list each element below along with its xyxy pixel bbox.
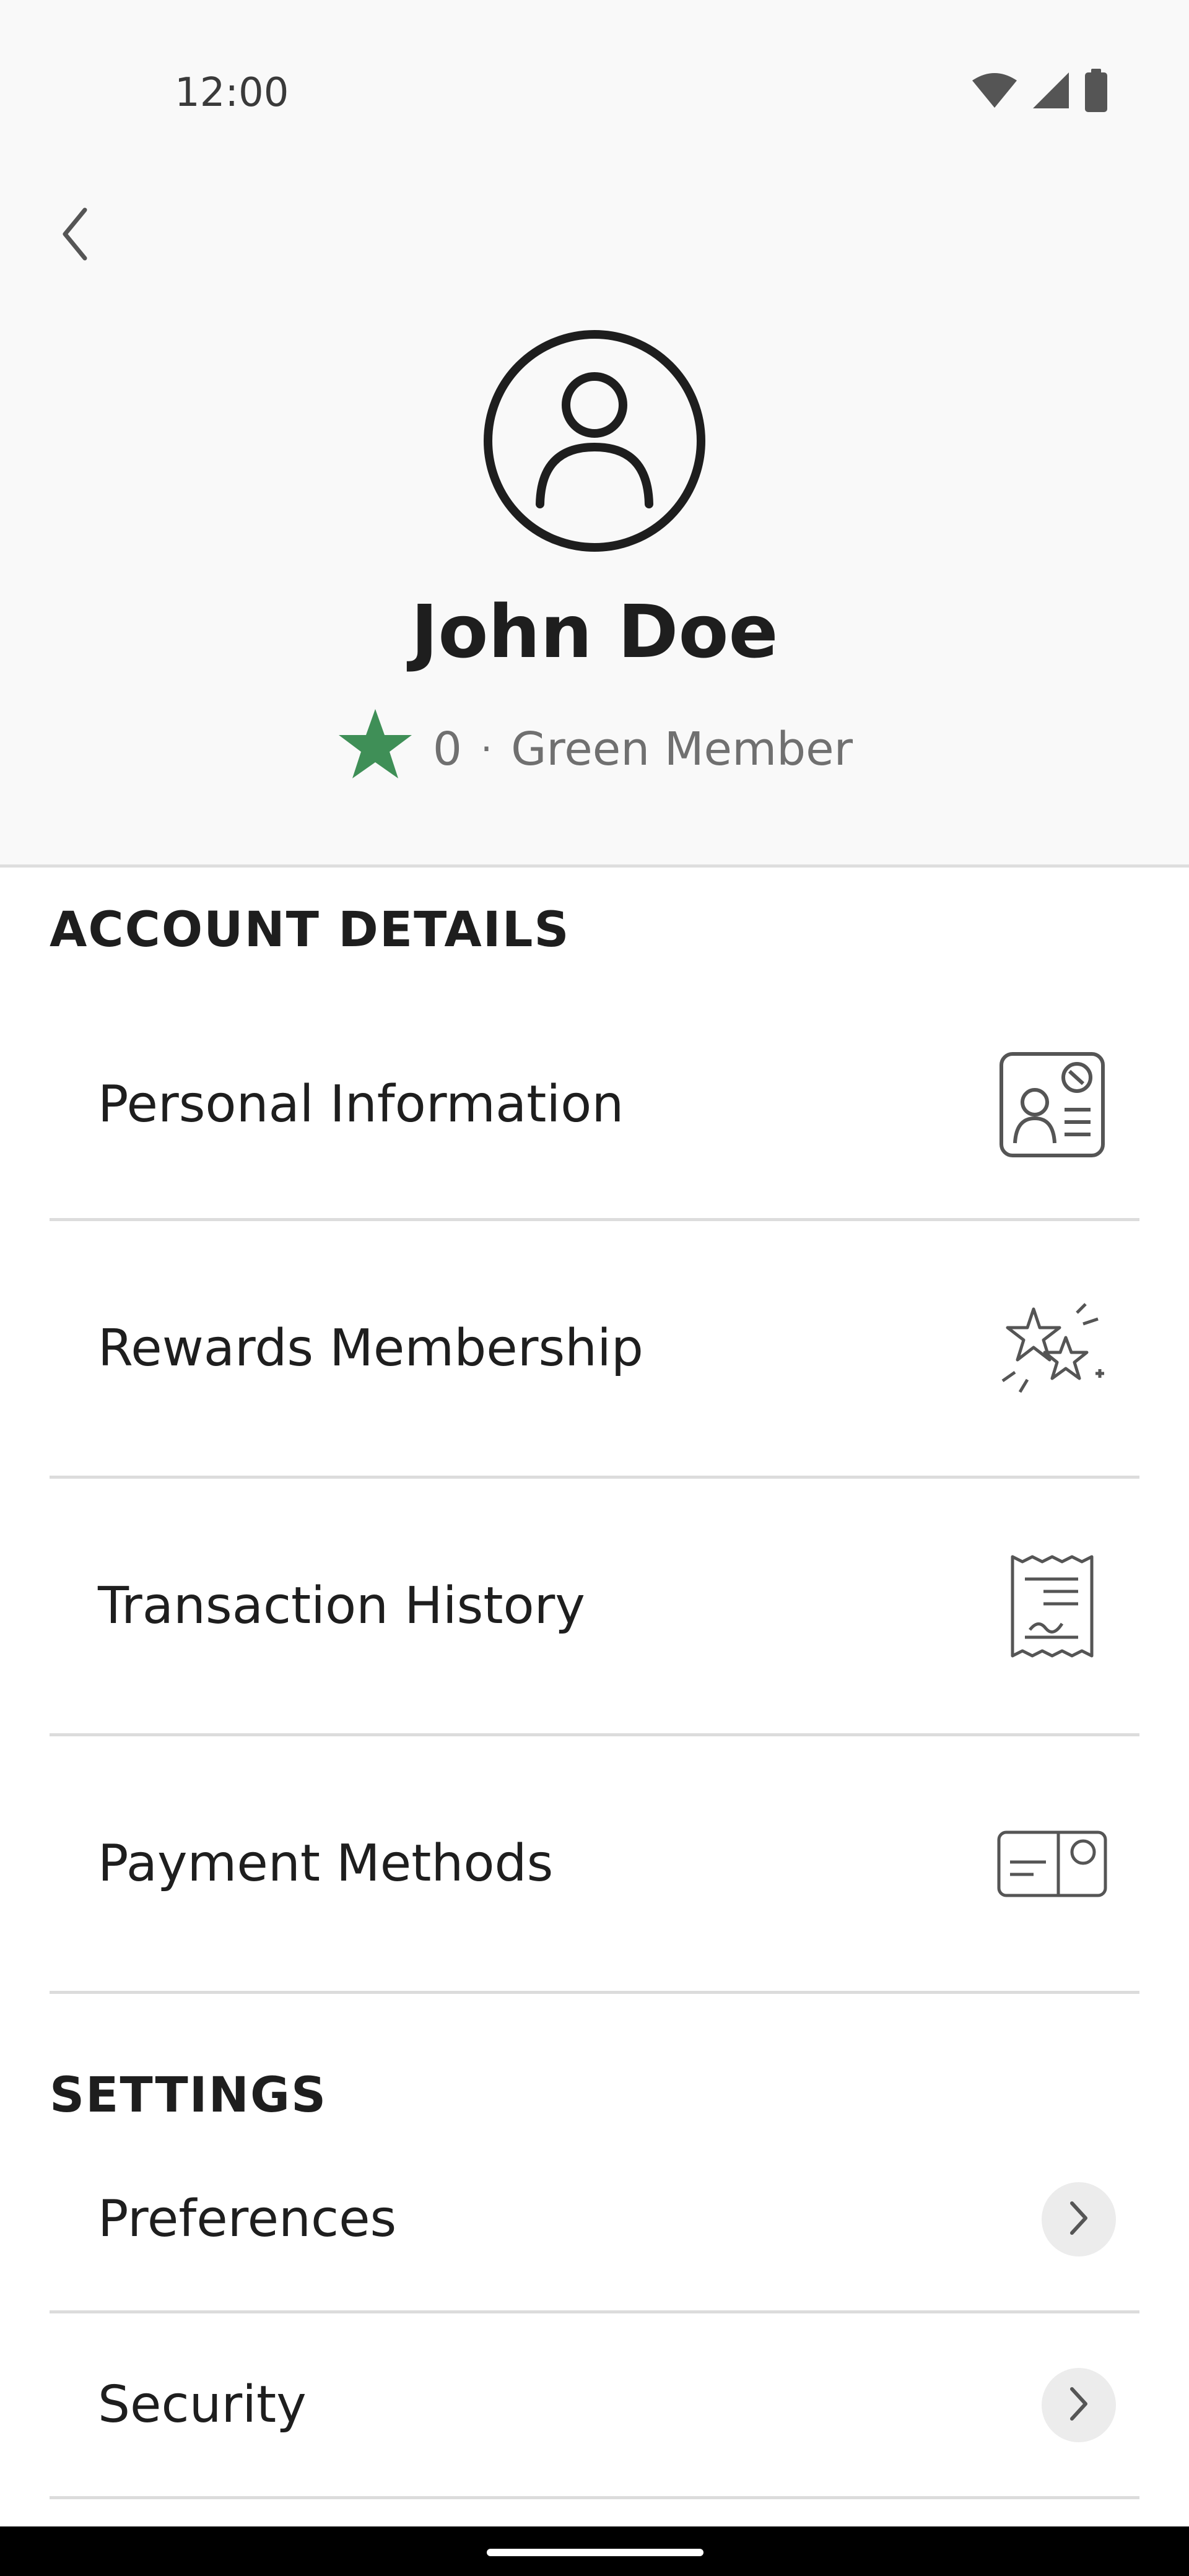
row-label: Security <box>98 2375 307 2434</box>
payment-card-icon <box>993 1805 1111 1923</box>
wifi-icon <box>971 72 1018 111</box>
row-label: Payment Methods <box>98 1834 554 1893</box>
row-label: Rewards Membership <box>98 1319 643 1378</box>
rewards-membership-row[interactable]: Rewards Membership <box>50 1221 1139 1479</box>
preferences-chevron-button[interactable] <box>1042 2182 1116 2256</box>
separator-dot: · <box>481 728 493 771</box>
security-row[interactable]: Security <box>50 2313 1139 2499</box>
transaction-history-row[interactable]: Transaction History <box>50 1479 1139 1736</box>
star-icon <box>336 707 414 792</box>
settings-title: SETTINGS <box>50 2068 328 2123</box>
preferences-row[interactable]: Preferences <box>50 2128 1139 2313</box>
chevron-right-icon <box>1068 2201 1089 2238</box>
chevron-left-icon <box>59 206 90 264</box>
star-count: 0 <box>432 723 462 776</box>
home-gesture-handle[interactable] <box>487 2549 703 2556</box>
row-label: Transaction History <box>98 1577 585 1635</box>
account-details-title: ACCOUNT DETAILS <box>50 902 570 958</box>
receipt-icon <box>993 1547 1111 1665</box>
user-name: John Doe <box>411 589 778 674</box>
user-circle-icon <box>479 330 710 559</box>
payment-methods-row[interactable]: Payment Methods <box>50 1736 1139 1994</box>
personal-information-row[interactable]: Personal Information <box>50 991 1139 1221</box>
id-card-icon <box>993 1046 1111 1164</box>
security-chevron-button[interactable] <box>1042 2367 1116 2442</box>
chevron-right-icon <box>1068 2387 1089 2424</box>
back-button[interactable] <box>37 198 111 272</box>
avatar <box>479 326 710 556</box>
battery-icon <box>1084 69 1108 115</box>
status-icons <box>971 67 1108 116</box>
sparkle-stars-icon <box>993 1290 1111 1408</box>
membership-level: Green Member <box>511 723 853 776</box>
signal-icon <box>1032 71 1070 112</box>
membership-row: 0 · Green Member <box>0 709 1189 786</box>
row-label: Personal Information <box>98 1075 624 1134</box>
status-time: 12:00 <box>175 70 289 116</box>
row-label: Preferences <box>98 2190 397 2248</box>
